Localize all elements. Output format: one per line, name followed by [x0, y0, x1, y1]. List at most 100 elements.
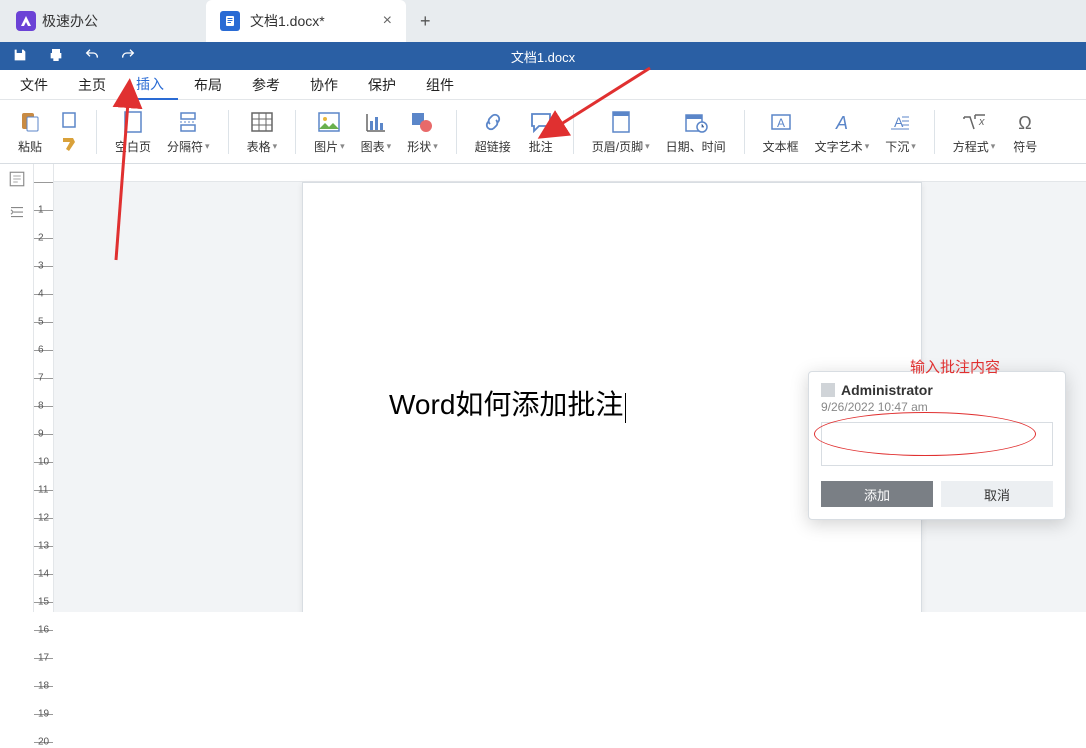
date-time-button[interactable]: 日期、时间 [658, 104, 734, 160]
chart-button[interactable]: 图表▾ [353, 104, 400, 160]
quick-access-toolbar [0, 47, 148, 66]
chevron-down-icon: ▾ [865, 141, 870, 152]
shape-button[interactable]: 形状▾ [399, 104, 446, 160]
svg-text:A: A [835, 113, 848, 133]
drop-cap-button[interactable]: A 下沉▾ [877, 104, 924, 160]
paste-icon [18, 108, 42, 136]
cancel-comment-button[interactable]: 取消 [941, 481, 1053, 507]
equation-button[interactable]: x 方程式▾ [945, 104, 1004, 160]
svg-text:Ω: Ω [1019, 113, 1032, 133]
page-break-button[interactable]: 分隔符▾ [159, 104, 218, 160]
print-icon[interactable] [48, 47, 64, 66]
chevron-down-icon: ▾ [340, 141, 345, 152]
format-painter-icon[interactable] [56, 133, 82, 155]
shape-icon [410, 108, 434, 136]
svg-text:x: x [978, 116, 985, 128]
picture-icon [317, 108, 341, 136]
add-comment-button[interactable]: 添加 [821, 481, 933, 507]
comment-label: 批注 [529, 138, 553, 155]
text-cursor [625, 393, 626, 423]
document-tab[interactable]: 文档1.docx* × [206, 0, 406, 42]
document-body-text[interactable]: Word如何添加批注 [389, 383, 626, 423]
chart-icon [364, 108, 388, 136]
paste-label: 粘贴 [18, 138, 42, 155]
date-time-icon [684, 108, 708, 136]
shape-label: 形状 [407, 138, 431, 155]
chart-label: 图表 [361, 138, 385, 155]
comment-button[interactable]: 批注 [519, 104, 563, 160]
symbol-icon: Ω [1013, 108, 1037, 136]
chevron-down-icon: ▾ [387, 141, 392, 152]
table-button[interactable]: 表格▾ [239, 104, 286, 160]
title-bar: 文档1.docx [0, 42, 1086, 70]
hyperlink-button[interactable]: 超链接 [467, 104, 519, 160]
header-footer-button[interactable]: 页眉/页脚▾ [584, 104, 658, 160]
chevron-down-icon: ▾ [205, 141, 210, 152]
svg-text:A: A [894, 114, 904, 130]
svg-text:A: A [777, 116, 785, 130]
picture-label: 图片 [314, 138, 338, 155]
page-break-icon [177, 108, 199, 136]
chevron-down-icon: ▾ [273, 141, 278, 152]
window-title: 文档1.docx [511, 47, 575, 66]
header-footer-icon [610, 108, 632, 136]
app-brand: 极速办公 [8, 11, 106, 31]
indent-icon[interactable] [8, 203, 26, 226]
chevron-down-icon: ▾ [991, 141, 996, 152]
word-art-button[interactable]: A 文字艺术▾ [807, 104, 878, 160]
symbol-label: 符号 [1013, 138, 1037, 155]
save-icon[interactable] [12, 47, 28, 66]
menu-components[interactable]: 组件 [412, 71, 468, 99]
menu-collaborate[interactable]: 协作 [296, 71, 352, 99]
redo-icon[interactable] [120, 47, 136, 66]
app-logo-icon [16, 11, 36, 31]
blank-page-label: 空白页 [115, 138, 151, 155]
undo-icon[interactable] [84, 47, 100, 66]
document-tab-label: 文档1.docx* [250, 11, 325, 31]
menu-file[interactable]: 文件 [6, 71, 62, 99]
drop-cap-icon: A [888, 108, 912, 136]
comment-icon [529, 108, 553, 136]
document-icon [220, 11, 240, 31]
page-break-label: 分隔符 [167, 138, 203, 155]
vertical-ruler: 1234567891011121314151617181920 [34, 164, 54, 612]
comment-popup: Administrator 9/26/2022 10:47 am 添加 取消 [808, 371, 1066, 520]
paste-button[interactable]: 粘贴 [8, 104, 52, 160]
menu-references[interactable]: 参考 [238, 71, 294, 99]
menu-bar: 文件 主页 插入 布局 参考 协作 保护 组件 [0, 70, 1086, 100]
comment-user: Administrator [841, 382, 933, 398]
menu-protect[interactable]: 保护 [354, 71, 410, 99]
outline-icon[interactable] [8, 170, 26, 193]
hyperlink-icon [481, 108, 505, 136]
clipboard-icon[interactable] [56, 109, 82, 131]
add-tab-button[interactable]: + [420, 11, 431, 32]
tabs-bar: 极速办公 文档1.docx* × + [0, 0, 1086, 42]
menu-insert[interactable]: 插入 [122, 70, 178, 100]
text-box-label: 文本框 [763, 138, 799, 155]
chevron-down-icon: ▾ [911, 141, 916, 152]
symbol-button[interactable]: Ω 符号 [1003, 104, 1047, 160]
blank-page-button[interactable]: 空白页 [107, 104, 159, 160]
equation-label: 方程式 [953, 138, 989, 155]
horizontal-ruler [54, 164, 1086, 182]
left-sidebar [0, 164, 34, 612]
close-tab-icon[interactable]: × [383, 12, 392, 30]
menu-layout[interactable]: 布局 [180, 71, 236, 99]
table-label: 表格 [247, 138, 271, 155]
user-avatar-icon [821, 383, 835, 397]
annotation-hint: 输入批注内容 [910, 356, 1000, 377]
picture-button[interactable]: 图片▾ [306, 104, 353, 160]
menu-home[interactable]: 主页 [64, 71, 120, 99]
app-name: 极速办公 [42, 11, 98, 31]
word-art-icon: A [830, 108, 854, 136]
comment-input[interactable] [821, 422, 1053, 466]
blank-page-icon [122, 108, 144, 136]
chevron-down-icon: ▾ [433, 141, 438, 152]
table-icon [250, 108, 274, 136]
ribbon: 粘贴 空白页 分隔符▾ 表格▾ 图片▾ 图表▾ [0, 100, 1086, 164]
text-box-button[interactable]: A 文本框 [755, 104, 807, 160]
header-footer-label: 页眉/页脚 [592, 138, 643, 155]
drop-cap-label: 下沉 [885, 138, 909, 155]
comment-timestamp: 9/26/2022 10:47 am [821, 400, 1053, 414]
date-time-label: 日期、时间 [666, 138, 726, 155]
